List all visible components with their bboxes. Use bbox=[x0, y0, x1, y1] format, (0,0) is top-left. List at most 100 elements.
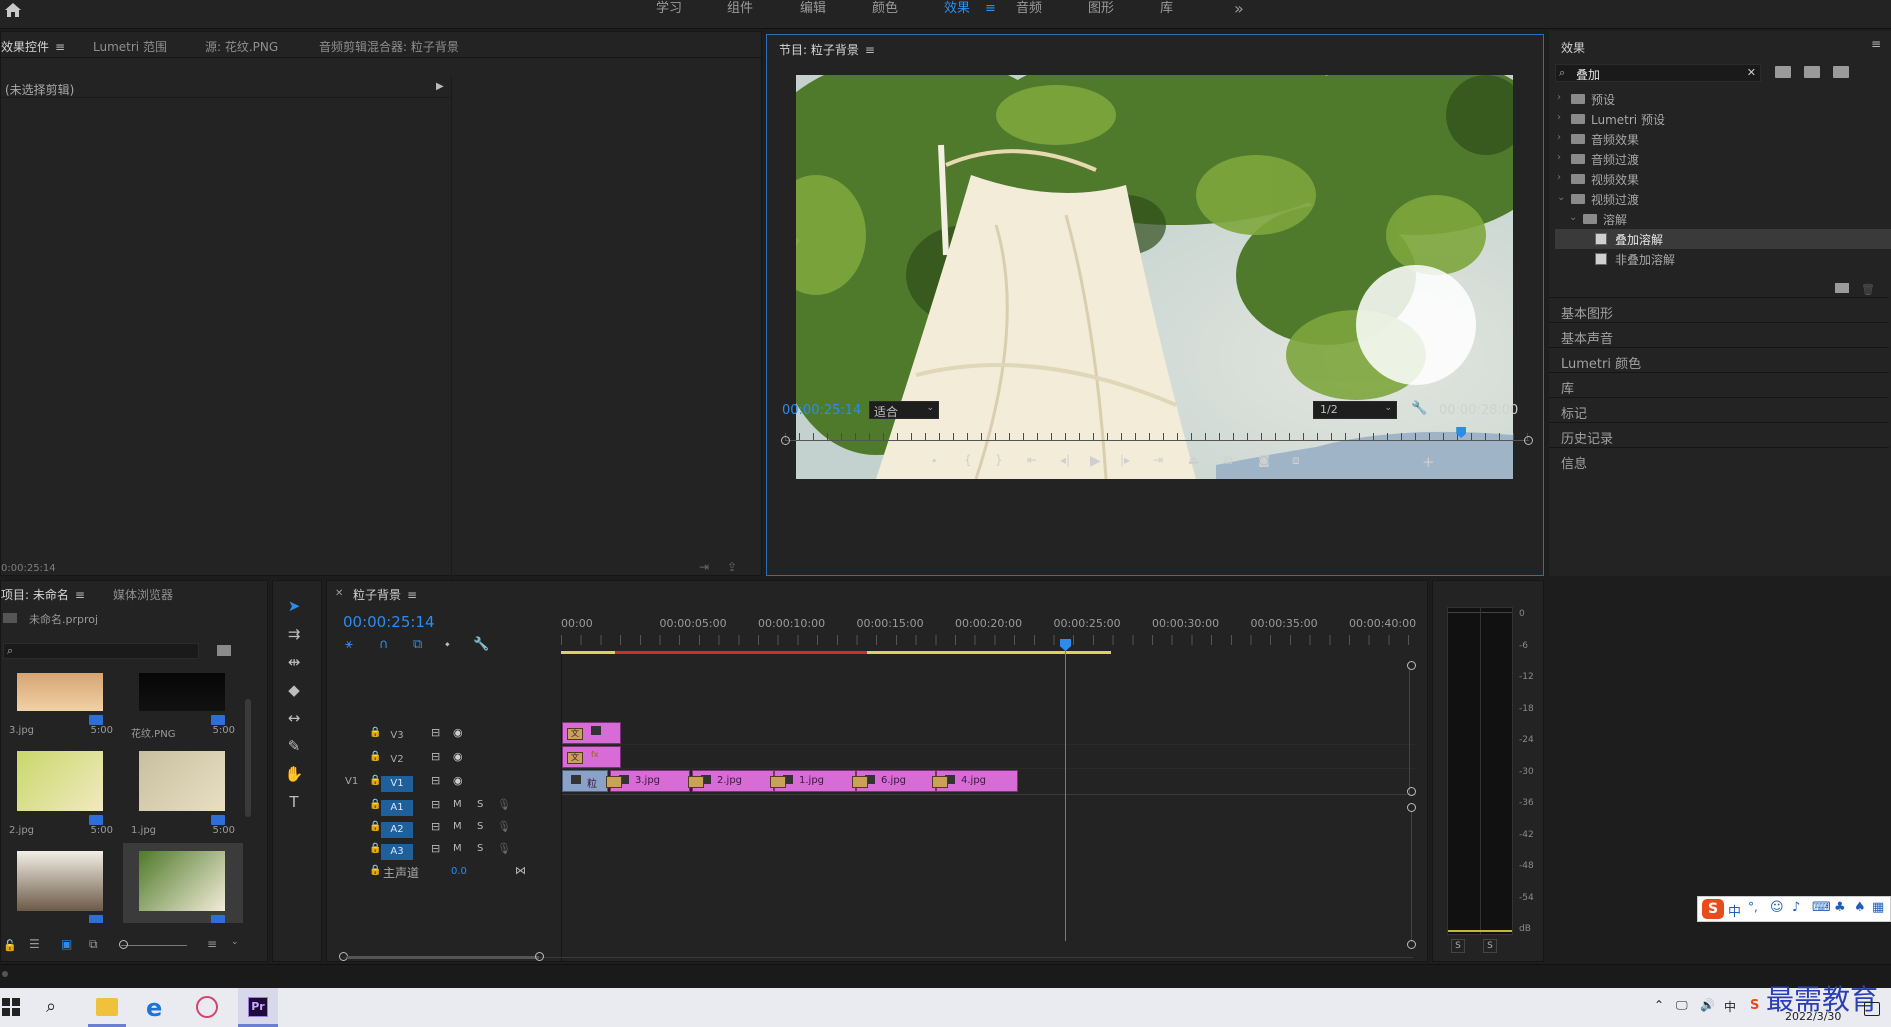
new-bin-search-icon[interactable] bbox=[217, 645, 231, 656]
ime-toolbar[interactable]: S 中 °, ☺ ♪ ⌨ ♣ ♠ ▦ bbox=[1697, 896, 1891, 922]
chevron-right-icon[interactable]: › bbox=[1557, 152, 1561, 163]
eye-icon[interactable]: ◉ bbox=[453, 750, 463, 763]
panel-section-header[interactable]: Lumetri 颜色 bbox=[1549, 347, 1889, 372]
v1-clip[interactable]: 6.jpg bbox=[856, 770, 936, 792]
audio-vscroll-line[interactable] bbox=[1411, 812, 1412, 942]
mute-button[interactable]: M bbox=[453, 843, 462, 854]
sync-lock-icon[interactable]: ⊟ bbox=[431, 798, 440, 811]
toolbox-icon[interactable]: ▦ bbox=[1872, 900, 1884, 915]
effects-tree-item[interactable]: 叠加溶解 bbox=[1555, 229, 1891, 249]
cross-dissolve-transition[interactable] bbox=[606, 776, 622, 788]
effects-search-input[interactable]: 叠加 bbox=[1576, 66, 1600, 83]
sync-lock-icon[interactable]: ⊟ bbox=[431, 842, 440, 855]
volume-icon[interactable]: 🔊 bbox=[1700, 998, 1715, 1012]
track-lock-icon[interactable]: 🔒 bbox=[369, 843, 381, 854]
project-search-input[interactable]: ⌕ bbox=[3, 643, 199, 659]
solo-button[interactable]: S bbox=[477, 799, 483, 810]
ime-chinese-mode[interactable]: 中 bbox=[1728, 901, 1741, 920]
vertical-scrollbar[interactable] bbox=[1409, 667, 1415, 795]
snipping-tool-icon[interactable] bbox=[196, 996, 218, 1018]
panel-section-header[interactable]: 基本图形 bbox=[1549, 297, 1889, 322]
project-item[interactable]: 4.jpg5:00 bbox=[123, 843, 243, 923]
cross-dissolve-transition[interactable] bbox=[852, 776, 868, 788]
yuv-effects-icon[interactable] bbox=[1833, 66, 1849, 78]
export-frame-icon[interactable]: ⇥ bbox=[699, 560, 709, 574]
panel-menu-icon[interactable]: ≡ bbox=[865, 43, 875, 57]
workspace-graphics[interactable]: 图形 bbox=[1088, 0, 1114, 29]
effects-tree-item[interactable]: 非叠加溶解 bbox=[1555, 249, 1891, 269]
v1-clip[interactable]: 4.jpg bbox=[936, 770, 1018, 792]
punctuation-icon[interactable]: °, bbox=[1748, 900, 1758, 914]
effects-search-box[interactable]: ⌕ 叠加 ✕ bbox=[1555, 64, 1761, 82]
selection-tool-icon[interactable]: ➤ bbox=[283, 595, 305, 617]
effects-tree-item[interactable]: › Lumetri 预设 bbox=[1555, 109, 1891, 129]
32bit-effects-icon[interactable] bbox=[1804, 66, 1820, 78]
tab-source[interactable]: 源: 花纹.PNG bbox=[205, 38, 278, 55]
panel-menu-icon[interactable]: ≡ bbox=[1871, 37, 1881, 51]
solo-button[interactable]: S bbox=[477, 821, 483, 832]
razor-tool-icon[interactable]: ◆ bbox=[283, 679, 305, 701]
cross-dissolve-transition[interactable] bbox=[770, 776, 786, 788]
more-workspaces-button[interactable]: » bbox=[1234, 0, 1244, 29]
microphone-icon[interactable]: 🎙 bbox=[497, 798, 511, 811]
go-to-out-button[interactable]: ⇥ bbox=[1153, 453, 1163, 467]
track-target-label[interactable]: V1 bbox=[381, 776, 413, 792]
tab-project[interactable]: 项目: 未命名 ≡ bbox=[1, 586, 85, 603]
track-target-label[interactable]: A2 bbox=[381, 822, 413, 838]
program-scrub-bar[interactable] bbox=[781, 427, 1533, 447]
wrench-icon[interactable]: 🔧 bbox=[1411, 401, 1427, 416]
audio-vscroll-bottom-handle[interactable] bbox=[1407, 940, 1416, 949]
taskbar-date[interactable]: 2022/3/30 bbox=[1785, 1010, 1841, 1023]
track-lock-icon[interactable]: 🔒 bbox=[369, 775, 381, 786]
tab-lumetri-scopes[interactable]: Lumetri 范围 bbox=[93, 38, 167, 55]
microphone-icon[interactable]: ♪ bbox=[1792, 900, 1800, 915]
project-item[interactable]: 2.jpg 5:00 bbox=[1, 743, 121, 843]
v1-clip[interactable]: 3.jpg bbox=[610, 770, 690, 792]
effects-tree-item[interactable]: › 视频效果 bbox=[1555, 169, 1891, 189]
workspace-menu-icon[interactable]: ≡ bbox=[985, 0, 996, 29]
vscroll-top-handle[interactable] bbox=[1407, 661, 1416, 670]
project-item[interactable]: 6.jpg5:00 bbox=[1, 843, 121, 923]
step-back-button[interactable]: ◂| bbox=[1060, 453, 1070, 467]
sync-lock-icon[interactable]: ⊟ bbox=[431, 774, 440, 787]
program-timecode[interactable]: 00:00:25:14 bbox=[782, 403, 861, 418]
panel-menu-icon[interactable]: ≡ bbox=[75, 588, 85, 602]
go-to-in-button[interactable]: ⇤ bbox=[1027, 453, 1037, 467]
project-scrollbar[interactable] bbox=[245, 699, 251, 817]
tab-effect-controls[interactable]: 效果控件 ≡ bbox=[1, 38, 65, 55]
timeline-ruler[interactable]: 00:00 00:00:05:00 00:00:10:00 00:00:15:00 00… bbox=[561, 613, 1416, 651]
edge-browser-icon[interactable]: e bbox=[146, 994, 162, 1022]
scrub-start-handle[interactable] bbox=[781, 436, 790, 445]
track-lock-icon[interactable]: 🔒 bbox=[369, 821, 381, 832]
panel-menu-icon[interactable]: ≡ bbox=[55, 40, 65, 54]
solo-left-button[interactable]: S bbox=[1451, 939, 1465, 953]
project-item[interactable]: 1.jpg 5:00 bbox=[123, 743, 243, 843]
camera-icon[interactable]: ◙ bbox=[1258, 453, 1270, 467]
ime-tray-icon[interactable]: 中 bbox=[1724, 998, 1736, 1015]
eye-icon[interactable]: ◉ bbox=[453, 774, 463, 787]
play-button[interactable]: ▶ bbox=[1090, 453, 1101, 469]
workspace-editing[interactable]: 编辑 bbox=[800, 0, 826, 29]
step-forward-button[interactable]: |▸ bbox=[1120, 453, 1130, 467]
lock-icon[interactable]: 🔓 bbox=[3, 939, 17, 952]
premiere-taskbar-button[interactable]: Pr bbox=[238, 988, 278, 1027]
notification-icon[interactable] bbox=[1864, 1002, 1880, 1016]
resolution-select[interactable]: 1/2 ⌄ bbox=[1313, 401, 1397, 419]
chevron-down-icon[interactable]: ⌄ bbox=[1569, 212, 1577, 223]
mute-button[interactable]: M bbox=[453, 799, 462, 810]
microphone-icon[interactable]: 🎙 bbox=[497, 820, 511, 833]
ripple-edit-tool-icon[interactable]: ⇹ bbox=[283, 651, 305, 673]
audio-vscroll-top-handle[interactable] bbox=[1407, 803, 1416, 812]
track-lock-icon[interactable]: 🔒 bbox=[369, 799, 381, 810]
file-explorer-icon[interactable] bbox=[96, 998, 118, 1016]
icon-view-icon[interactable]: ▣ bbox=[61, 937, 72, 951]
panel-section-header[interactable]: 库 bbox=[1549, 372, 1889, 397]
cross-dissolve-transition[interactable] bbox=[688, 776, 704, 788]
mark-out-button[interactable]: } bbox=[995, 453, 1003, 467]
track-lock-icon[interactable]: 🔒 bbox=[369, 865, 381, 876]
chevron-right-icon[interactable]: › bbox=[1557, 112, 1561, 123]
v1-clip[interactable]: 粒 bbox=[562, 770, 608, 792]
v2-title-clip[interactable]: 文 fx bbox=[562, 746, 621, 768]
sync-lock-icon[interactable]: ⊟ bbox=[431, 820, 440, 833]
workspace-color[interactable]: 颜色 bbox=[872, 0, 898, 29]
